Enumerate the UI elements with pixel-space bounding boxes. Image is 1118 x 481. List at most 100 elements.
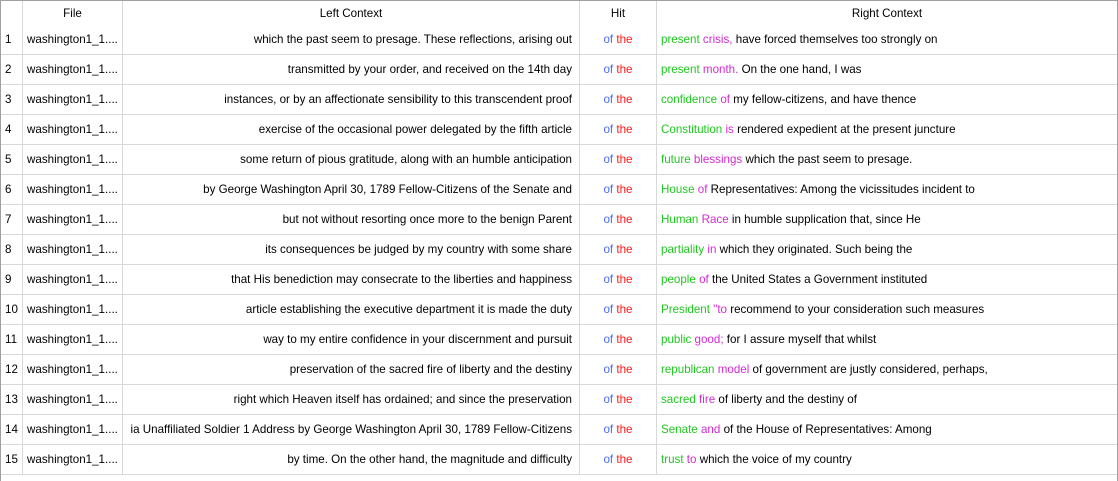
- file-cell: washington1_1....: [23, 205, 123, 234]
- right-word-2: in: [707, 243, 717, 256]
- table-row[interactable]: 11 washington1_1.... way to my entire co…: [1, 325, 1117, 355]
- left-context-cell: which the past seem to presage. These re…: [123, 25, 580, 54]
- right-word-2: crisis,: [702, 33, 733, 46]
- right-word-2: model: [717, 363, 750, 376]
- right-word-2: month.: [702, 63, 739, 76]
- table-row[interactable]: 3 washington1_1.... instances, or by an …: [1, 85, 1117, 115]
- right-context-cell: republican model of government are justl…: [657, 355, 1117, 384]
- hit-word-1: of: [603, 453, 614, 466]
- right-word-1: Constitution: [661, 123, 723, 136]
- hit-cell: of the: [580, 175, 657, 204]
- hit-word-1: of: [603, 213, 614, 226]
- right-context-rest: which the voice of my country: [699, 453, 852, 466]
- hit-word-2: the: [616, 153, 633, 166]
- left-context-cell: right which Heaven itself has ordained; …: [123, 385, 580, 414]
- table-row[interactable]: 4 washington1_1.... exercise of the occa…: [1, 115, 1117, 145]
- hit-word-1: of: [603, 303, 614, 316]
- header-right-context[interactable]: Right Context: [657, 1, 1117, 25]
- right-word-1: trust: [661, 453, 684, 466]
- row-number: 5: [1, 145, 23, 174]
- file-cell: washington1_1....: [23, 145, 123, 174]
- right-context-cell: public good; for I assure myself that wh…: [657, 325, 1117, 354]
- table-row[interactable]: 7 washington1_1.... but not without reso…: [1, 205, 1117, 235]
- right-context-rest: On the one hand, I was: [741, 63, 862, 76]
- hit-word-2: the: [616, 393, 633, 406]
- right-context-rest: recommend to your consideration such mea…: [730, 303, 985, 316]
- right-context-cell: trust to which the voice of my country: [657, 445, 1117, 474]
- hit-word-2: the: [616, 363, 633, 376]
- table-row[interactable]: 10 washington1_1.... article establishin…: [1, 295, 1117, 325]
- right-context-rest: Representatives: Among the vicissitudes …: [710, 183, 975, 196]
- right-context-cell: Constitution is rendered expedient at th…: [657, 115, 1117, 144]
- right-word-2: is: [725, 123, 734, 136]
- hit-word-2: the: [616, 423, 633, 436]
- hit-word-1: of: [603, 333, 614, 346]
- row-number: 9: [1, 265, 23, 294]
- table-row[interactable]: 14 washington1_1.... ia Unaffiliated Sol…: [1, 415, 1117, 445]
- table-row[interactable]: 13 washington1_1.... right which Heaven …: [1, 385, 1117, 415]
- right-word-1: future: [661, 153, 691, 166]
- hit-word-2: the: [616, 183, 633, 196]
- file-cell: washington1_1....: [23, 385, 123, 414]
- hit-cell: of the: [580, 145, 657, 174]
- right-context-cell: present crisis, have forced themselves t…: [657, 25, 1117, 54]
- right-context-rest: for I assure myself that whilst: [726, 333, 877, 346]
- right-context-cell: present month. On the one hand, I was: [657, 55, 1117, 84]
- right-context-cell: confidence of my fellow-citizens, and ha…: [657, 85, 1117, 114]
- row-number: 1: [1, 25, 23, 54]
- table-header: File Left Context Hit Right Context: [1, 1, 1117, 25]
- table-row[interactable]: 8 washington1_1.... its consequences be …: [1, 235, 1117, 265]
- left-context-cell: its consequences be judged by my country…: [123, 235, 580, 264]
- row-number: 13: [1, 385, 23, 414]
- right-context-cell: Senate and of the House of Representativ…: [657, 415, 1117, 444]
- file-cell: washington1_1....: [23, 25, 123, 54]
- left-context-cell: that His benediction may consecrate to t…: [123, 265, 580, 294]
- file-cell: washington1_1....: [23, 325, 123, 354]
- hit-word-2: the: [616, 33, 633, 46]
- left-context-cell: transmitted by your order, and received …: [123, 55, 580, 84]
- right-context-rest: of the House of Representatives: Among: [723, 423, 932, 436]
- right-context-rest: in humble supplication that, since He: [731, 213, 921, 226]
- hit-word-2: the: [616, 303, 633, 316]
- header-hit[interactable]: Hit: [580, 1, 657, 25]
- table-row[interactable]: 1 washington1_1.... which the past seem …: [1, 25, 1117, 55]
- table-row[interactable]: 6 washington1_1.... by George Washington…: [1, 175, 1117, 205]
- left-context-cell: way to my entire confidence in your disc…: [123, 325, 580, 354]
- right-context-rest: the United States a Government institute…: [711, 273, 928, 286]
- left-context-cell: by George Washington April 30, 1789 Fell…: [123, 175, 580, 204]
- header-row-number[interactable]: [1, 1, 23, 25]
- right-word-1: sacred: [661, 393, 696, 406]
- table-row[interactable]: 5 washington1_1.... some return of pious…: [1, 145, 1117, 175]
- right-context-cell: House of Representatives: Among the vici…: [657, 175, 1117, 204]
- header-left-context[interactable]: Left Context: [123, 1, 580, 25]
- right-word-2: and: [700, 423, 721, 436]
- table-row[interactable]: 9 washington1_1.... that His benediction…: [1, 265, 1117, 295]
- right-context-rest: rendered expedient at the present junctu…: [737, 123, 956, 136]
- hit-word-1: of: [603, 183, 614, 196]
- row-number: 6: [1, 175, 23, 204]
- header-file[interactable]: File: [23, 1, 123, 25]
- row-number: 15: [1, 445, 23, 474]
- right-word-1: confidence: [661, 93, 718, 106]
- row-number: 8: [1, 235, 23, 264]
- hit-word-2: the: [616, 273, 633, 286]
- hit-word-1: of: [603, 63, 614, 76]
- left-context-cell: exercise of the occasional power delegat…: [123, 115, 580, 144]
- right-word-1: President: [661, 303, 710, 316]
- right-context-cell: sacred fire of liberty and the destiny o…: [657, 385, 1117, 414]
- table-row[interactable]: 2 washington1_1.... transmitted by your …: [1, 55, 1117, 85]
- row-number: 12: [1, 355, 23, 384]
- hit-cell: of the: [580, 205, 657, 234]
- right-context-cell: future blessings which the past seem to …: [657, 145, 1117, 174]
- file-cell: washington1_1....: [23, 445, 123, 474]
- hit-cell: of the: [580, 385, 657, 414]
- row-number: 14: [1, 415, 23, 444]
- left-context-cell: but not without resorting once more to t…: [123, 205, 580, 234]
- row-number: 7: [1, 205, 23, 234]
- hit-word-1: of: [603, 93, 614, 106]
- right-word-2: of: [699, 273, 709, 286]
- left-context-cell: by time. On the other hand, the magnitud…: [123, 445, 580, 474]
- table-row[interactable]: 12 washington1_1.... preservation of the…: [1, 355, 1117, 385]
- hit-word-2: the: [616, 63, 633, 76]
- row-number: 3: [1, 85, 23, 114]
